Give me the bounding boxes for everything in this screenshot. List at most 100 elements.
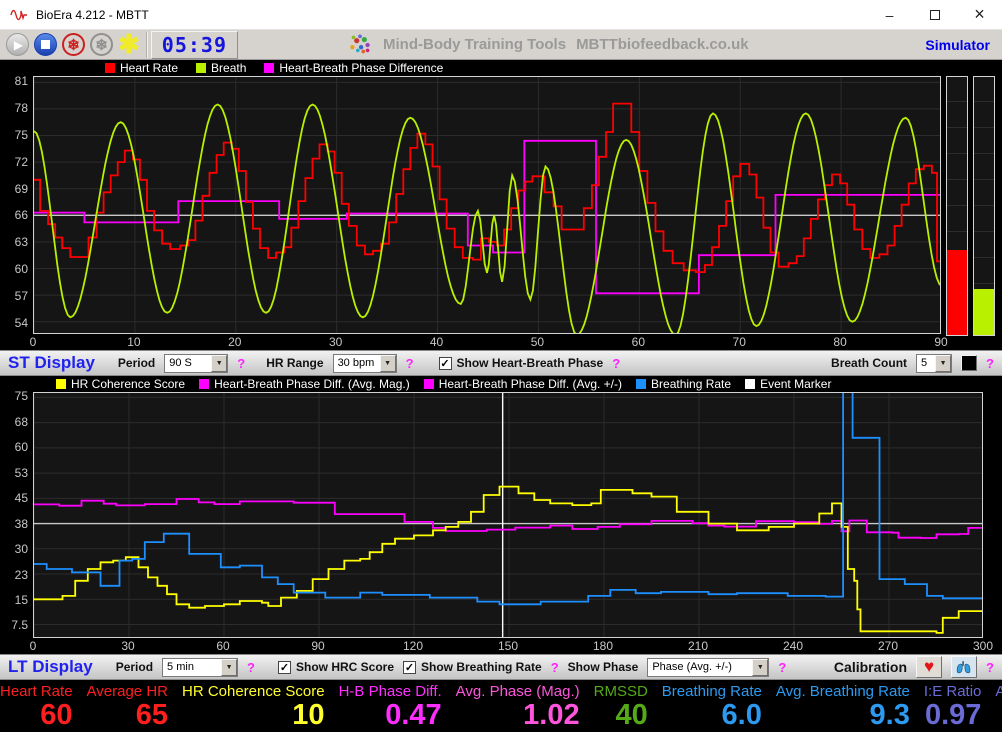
checkbox-checked-icon[interactable]: ✓ (403, 661, 416, 674)
simulator-link[interactable]: Simulator (925, 37, 990, 53)
stat-value: 60 (40, 700, 72, 730)
phase-swatch (264, 63, 274, 73)
lt-period-select[interactable]: 5 min ▼ (162, 658, 238, 677)
phase-mode-help[interactable]: ? (778, 660, 786, 675)
brand-url: MBTTbiofeedback.co.uk (576, 36, 749, 53)
show-breathing-rate-help[interactable]: ? (551, 660, 559, 675)
lt-x-axis: 0306090120150180210240270300 (33, 638, 983, 654)
legend-item: Heart-Breath Phase Diff. (Avg. +/-) (424, 377, 622, 391)
lt-display-title: LT Display (8, 657, 93, 677)
legend-item: HR Coherence Score (56, 377, 185, 391)
heart-rate-gauge-fill (947, 250, 967, 335)
play-button[interactable]: ▶ (6, 33, 29, 56)
stat-label: Avg. I:E Ratio (995, 683, 1002, 700)
show-hrc-score-label: Show HRC Score (296, 660, 394, 674)
st-plot: 0102030405060708090 (33, 76, 941, 350)
chevron-down-icon[interactable]: ▼ (935, 355, 951, 372)
breath-color-picker[interactable] (961, 355, 977, 371)
stat-label: Avg. Phase (Mag.) (456, 683, 580, 700)
heart-rate-gauge (946, 76, 968, 336)
show-phase-help[interactable]: ? (612, 356, 620, 371)
show-breathing-rate-checkbox[interactable]: ✓ Show Breathing Rate (403, 660, 542, 674)
title-bar: BioEra 4.212 - MBTT – × (0, 0, 1002, 30)
breath-count-value: 5 (921, 357, 927, 369)
close-button[interactable]: × (957, 0, 1002, 29)
stat-avg-phase: Avg. Phase (Mag.)1.02 (456, 683, 594, 732)
window-title: BioEra 4.212 - MBTT (36, 8, 149, 22)
legend-item: Heart-Breath Phase Diff. (Avg. Mag.) (199, 377, 410, 391)
snowflake-gray-icon: ❄ (95, 36, 108, 54)
toolbar-separator (146, 32, 147, 58)
freeze-gray-button[interactable]: ❄ (90, 33, 113, 56)
chevron-down-icon[interactable]: ▼ (211, 355, 227, 372)
st-period-help[interactable]: ? (237, 356, 245, 371)
lt-period-value: 5 min (167, 661, 194, 673)
legend-label: Heart-Breath Phase Difference (279, 61, 443, 75)
chevron-down-icon[interactable]: ▼ (752, 659, 768, 676)
phase-avg-swatch (424, 379, 434, 389)
event-marker-swatch (745, 379, 755, 389)
hr-range-help[interactable]: ? (406, 356, 414, 371)
show-phase-label: Show Phase (568, 660, 639, 674)
stat-value: 10 (292, 700, 324, 730)
hr-range-select[interactable]: 30 bpm ▼ (333, 354, 397, 373)
stat-value: 1.02 (523, 700, 579, 730)
calibration-help[interactable]: ? (986, 660, 994, 675)
play-icon: ▶ (14, 38, 23, 52)
stat-value: 40 (616, 700, 648, 730)
breathing-rate-swatch (636, 379, 646, 389)
heart-calibration-button[interactable]: ♥ (916, 656, 942, 678)
st-x-axis: 0102030405060708090 (33, 334, 941, 350)
stat-label: RMSSD (594, 683, 648, 700)
lt-period-help[interactable]: ? (247, 660, 255, 675)
lt-plot: 0306090120150180210240270300 (33, 392, 983, 654)
breath-count-help[interactable]: ? (986, 356, 994, 371)
chevron-down-icon[interactable]: ▼ (380, 355, 396, 372)
breath-count-select[interactable]: 5▼ (916, 354, 952, 373)
stat-label: HR Coherence Score (182, 683, 325, 700)
minimize-button[interactable]: – (867, 0, 912, 29)
stat-ie-ratio: I:E Ratio0.97 (924, 683, 996, 732)
stat-label: Heart Rate (0, 683, 73, 700)
lt-period-label: Period (116, 660, 153, 674)
stat-breathing-rate: Breathing Rate6.0 (662, 683, 776, 732)
checkbox-checked-icon[interactable]: ✓ (439, 357, 452, 370)
stop-icon (41, 40, 50, 49)
legend-item: Heart Rate (105, 61, 178, 75)
app-icon (10, 8, 28, 22)
st-period-select[interactable]: 90 S ▼ (164, 354, 228, 373)
stop-button[interactable] (34, 33, 57, 56)
session-time: 05:39 (162, 33, 227, 57)
legend-label: HR Coherence Score (71, 377, 185, 391)
stat-label: Avg. Breathing Rate (776, 683, 910, 700)
breath-count-label: Breath Count (831, 356, 907, 370)
stats-bar: Heart Rate60 Average HR65 HR Coherence S… (0, 680, 1002, 732)
checkbox-checked-icon[interactable]: ✓ (278, 661, 291, 674)
st-period-label: Period (118, 356, 155, 370)
maximize-button[interactable] (912, 0, 957, 29)
hr-range-value: 30 bpm (338, 357, 375, 369)
legend-item: Breath (196, 61, 246, 75)
lungs-calibration-button[interactable] (951, 656, 977, 678)
st-chart-legend: Heart Rate Breath Heart-Breath Phase Dif… (0, 60, 1002, 76)
show-breathing-rate-label: Show Breathing Rate (421, 660, 542, 674)
breath-gauge (973, 76, 995, 336)
stat-label: Average HR (87, 683, 168, 700)
chevron-down-icon[interactable]: ▼ (221, 659, 237, 676)
st-period-value: 90 S (169, 357, 192, 369)
stat-avg-ie-ratio: Avg. I:E Ratio0.83 (995, 683, 1002, 732)
stat-label: Breathing Rate (662, 683, 762, 700)
stat-value: 6.0 (722, 700, 762, 730)
event-marker-button[interactable]: ✱ (118, 33, 140, 56)
toolbar: ▶ ❄ ❄ ✱ 05:39 Mind-Body Training Tools M… (0, 30, 1002, 60)
legend-label: Breathing Rate (651, 377, 731, 391)
freeze-red-button[interactable]: ❄ (62, 33, 85, 56)
show-heart-breath-phase-checkbox[interactable]: ✓ Show Heart-Breath Phase (439, 356, 604, 370)
stat-avg-breathing-rate: Avg. Breathing Rate9.3 (776, 683, 924, 732)
brand: Mind-Body Training Tools MBTTbiofeedback… (347, 33, 749, 57)
show-hrc-score-checkbox[interactable]: ✓ Show HRC Score (278, 660, 394, 674)
show-heart-breath-phase-label: Show Heart-Breath Phase (457, 356, 604, 370)
stat-value: 9.3 (870, 700, 910, 730)
phase-mode-select[interactable]: Phase (Avg. +/-)▼ (647, 658, 769, 677)
st-chart: Heart Rate Breath Heart-Breath Phase Dif… (0, 60, 1002, 350)
